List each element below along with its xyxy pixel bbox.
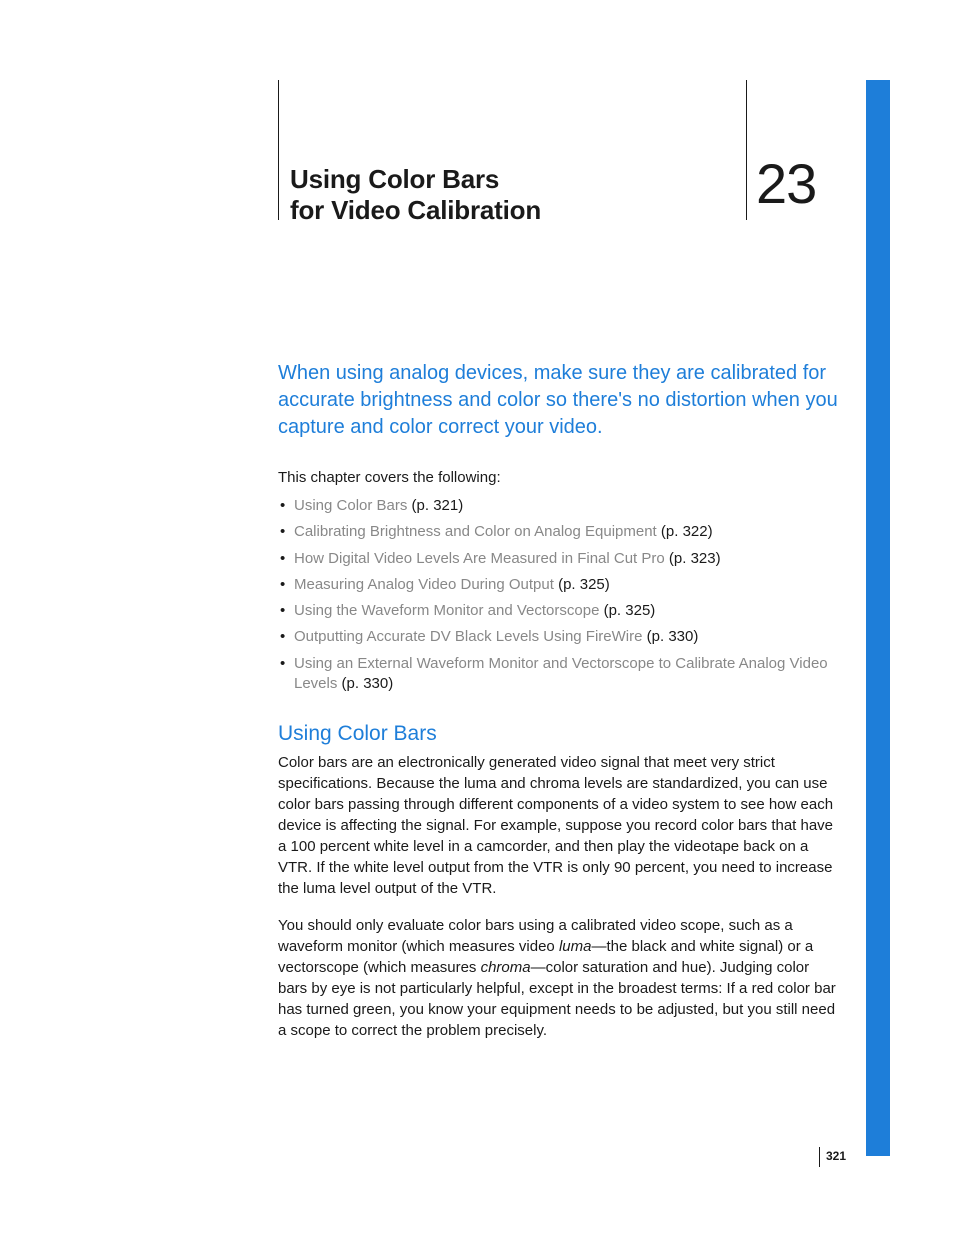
toc-page-ref: (p. 321) xyxy=(412,497,464,514)
toc-link[interactable]: Using Color Bars xyxy=(294,497,407,514)
chapter-title: Using Color Bars for Video Calibration xyxy=(290,164,541,226)
toc-intro-label: This chapter covers the following: xyxy=(278,469,838,486)
toc-item: Using an External Waveform Monitor and V… xyxy=(278,654,838,695)
toc-page-ref: (p. 325) xyxy=(558,576,610,593)
document-page: 23 Using Color Bars for Video Calibratio… xyxy=(0,0,954,1235)
toc-page-ref: (p. 322) xyxy=(661,523,713,540)
body-paragraph: You should only evaluate color bars usin… xyxy=(278,915,838,1041)
toc-link[interactable]: Measuring Analog Video During Output xyxy=(294,576,554,593)
toc-link[interactable]: Using the Waveform Monitor and Vectorsco… xyxy=(294,602,599,619)
toc-item: Outputting Accurate DV Black Levels Usin… xyxy=(278,627,838,647)
toc-page-ref: (p. 325) xyxy=(604,602,656,619)
toc-page-ref: (p. 323) xyxy=(669,550,721,567)
italic-term: luma xyxy=(559,938,592,955)
body-paragraph: Color bars are an electronically generat… xyxy=(278,752,838,899)
chapter-title-line1: Using Color Bars xyxy=(290,164,499,194)
toc-item: Measuring Analog Video During Output (p.… xyxy=(278,575,838,595)
chapter-thumb-bar xyxy=(866,80,890,1156)
toc-item: Calibrating Brightness and Color on Anal… xyxy=(278,522,838,542)
chapter-toc: Using Color Bars (p. 321) Calibrating Br… xyxy=(278,496,838,694)
toc-item: Using Color Bars (p. 321) xyxy=(278,496,838,516)
toc-link[interactable]: Calibrating Brightness and Color on Anal… xyxy=(294,523,657,540)
page-number: 321 xyxy=(826,1149,846,1163)
toc-page-ref: (p. 330) xyxy=(342,675,394,692)
toc-item: Using the Waveform Monitor and Vectorsco… xyxy=(278,601,838,621)
content-column: When using analog devices, make sure the… xyxy=(278,360,838,1057)
toc-page-ref: (p. 330) xyxy=(647,628,699,645)
chapter-number-divider xyxy=(746,80,747,220)
chapter-title-line2: for Video Calibration xyxy=(290,195,541,225)
chapter-intro: When using analog devices, make sure the… xyxy=(278,360,838,441)
italic-term: chroma xyxy=(481,959,531,976)
toc-link[interactable]: Outputting Accurate DV Black Levels Usin… xyxy=(294,628,642,645)
section-heading: Using Color Bars xyxy=(278,722,838,746)
toc-link[interactable]: How Digital Video Levels Are Measured in… xyxy=(294,550,665,567)
toc-item: How Digital Video Levels Are Measured in… xyxy=(278,549,838,569)
chapter-number: 23 xyxy=(756,156,816,212)
title-divider xyxy=(278,80,279,220)
page-number-divider xyxy=(819,1147,820,1167)
